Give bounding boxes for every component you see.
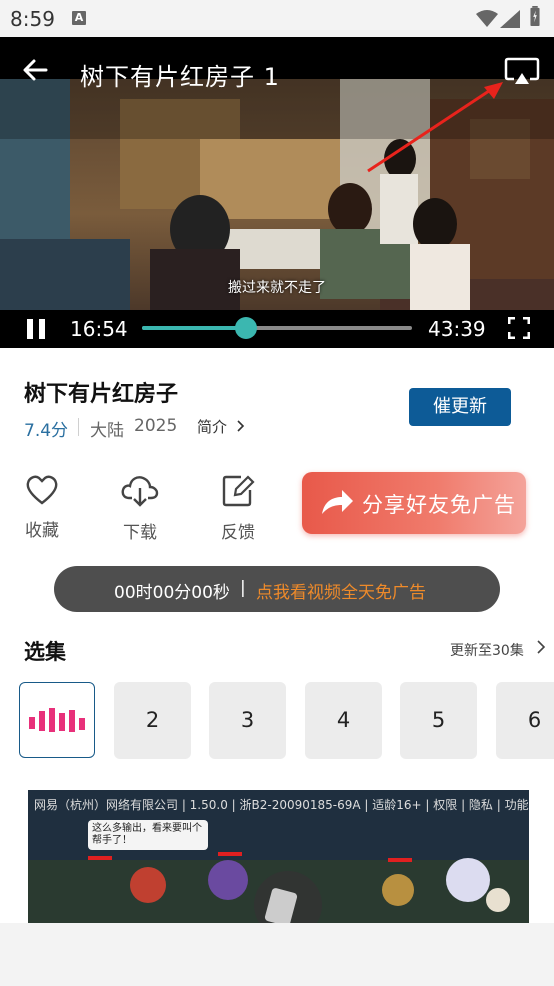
heart-icon: [26, 475, 58, 505]
current-time: 16:54: [70, 317, 128, 341]
episode-6[interactable]: 6: [496, 682, 554, 759]
ad-cta[interactable]: 点我看视频全天免广告: [256, 578, 426, 603]
video-player[interactable]: 树下有片红房子 1 搬过来就不走了 16:54 43:39: [0, 37, 554, 348]
pause-icon[interactable]: [26, 318, 46, 340]
intro-label: 简介: [197, 418, 228, 436]
divider: [78, 418, 79, 436]
status-bar: 8:59 A: [0, 0, 554, 37]
ad-timer: 00时00分00秒: [114, 583, 230, 603]
episodes-update-link[interactable]: 更新至30集: [450, 640, 524, 660]
ad-separator: |: [240, 578, 246, 598]
chevron-right-icon[interactable]: [536, 640, 546, 654]
share-label: 分享好友免广告: [362, 493, 516, 517]
total-time: 43:39: [428, 317, 486, 341]
chevron-right-icon: [237, 420, 244, 432]
urge-update-button[interactable]: 催更新: [409, 388, 511, 426]
favorite-button[interactable]: 收藏: [12, 474, 72, 541]
ad-free-bar[interactable]: 00时00分00秒 | 点我看视频全天免广告: [54, 566, 500, 612]
download-button[interactable]: 下载: [110, 474, 170, 543]
annotation-arrow: [367, 82, 503, 173]
episode-5[interactable]: 5: [400, 682, 477, 759]
feedback-label: 反馈: [221, 523, 255, 543]
download-label: 下载: [123, 523, 157, 543]
seek-progress: [142, 326, 246, 330]
region: 大陆: [90, 421, 124, 441]
episode-4[interactable]: 4: [305, 682, 382, 759]
feedback-button[interactable]: 反馈: [208, 474, 268, 543]
seek-thumb[interactable]: [234, 317, 257, 339]
favorite-label: 收藏: [25, 521, 59, 541]
battery-icon: [530, 6, 540, 26]
video-title: 树下有片红房子 1: [80, 63, 280, 91]
intro-link[interactable]: 简介: [197, 416, 246, 437]
player-controls: 16:54 43:39: [0, 310, 554, 348]
episode-3[interactable]: 3: [209, 682, 286, 759]
bottom-bar: [0, 923, 554, 986]
cloud-download-icon: [121, 476, 159, 507]
wifi-icon: [476, 10, 498, 27]
episode-1[interactable]: [19, 682, 95, 758]
notification-a-icon: A: [72, 11, 86, 25]
ad-company-text: 网易（杭州）网络有限公司 | 1.50.0 | 浙B2-20090185-69A…: [34, 798, 529, 812]
status-time: 8:59: [10, 7, 55, 31]
share-button[interactable]: 分享好友免广告: [302, 472, 526, 534]
cellular-icon: [500, 10, 520, 28]
back-arrow-icon[interactable]: [22, 57, 48, 83]
ad-bubble-text: 这么多输出，看来要叫个帮手了！: [92, 823, 202, 846]
show-title: 树下有片红房子: [24, 382, 179, 407]
fullscreen-icon[interactable]: [508, 317, 530, 339]
now-playing-icon: [29, 708, 85, 732]
edit-icon: [222, 475, 255, 507]
detail-panel: 树下有片红房子 7.4分 大陆 2025 简介 催更新 收藏 下载 反馈 分享好…: [0, 348, 554, 923]
episode-2[interactable]: 2: [114, 682, 191, 759]
episodes-heading: 选集: [24, 640, 66, 664]
year: 2025: [134, 416, 178, 436]
video-subtitle: 搬过来就不走了: [228, 280, 326, 296]
rating: 7.4分: [24, 421, 69, 441]
ad-banner[interactable]: 网易（杭州）网络有限公司 | 1.50.0 | 浙B2-20090185-69A…: [28, 790, 529, 923]
share-arrow-icon: [322, 490, 353, 514]
